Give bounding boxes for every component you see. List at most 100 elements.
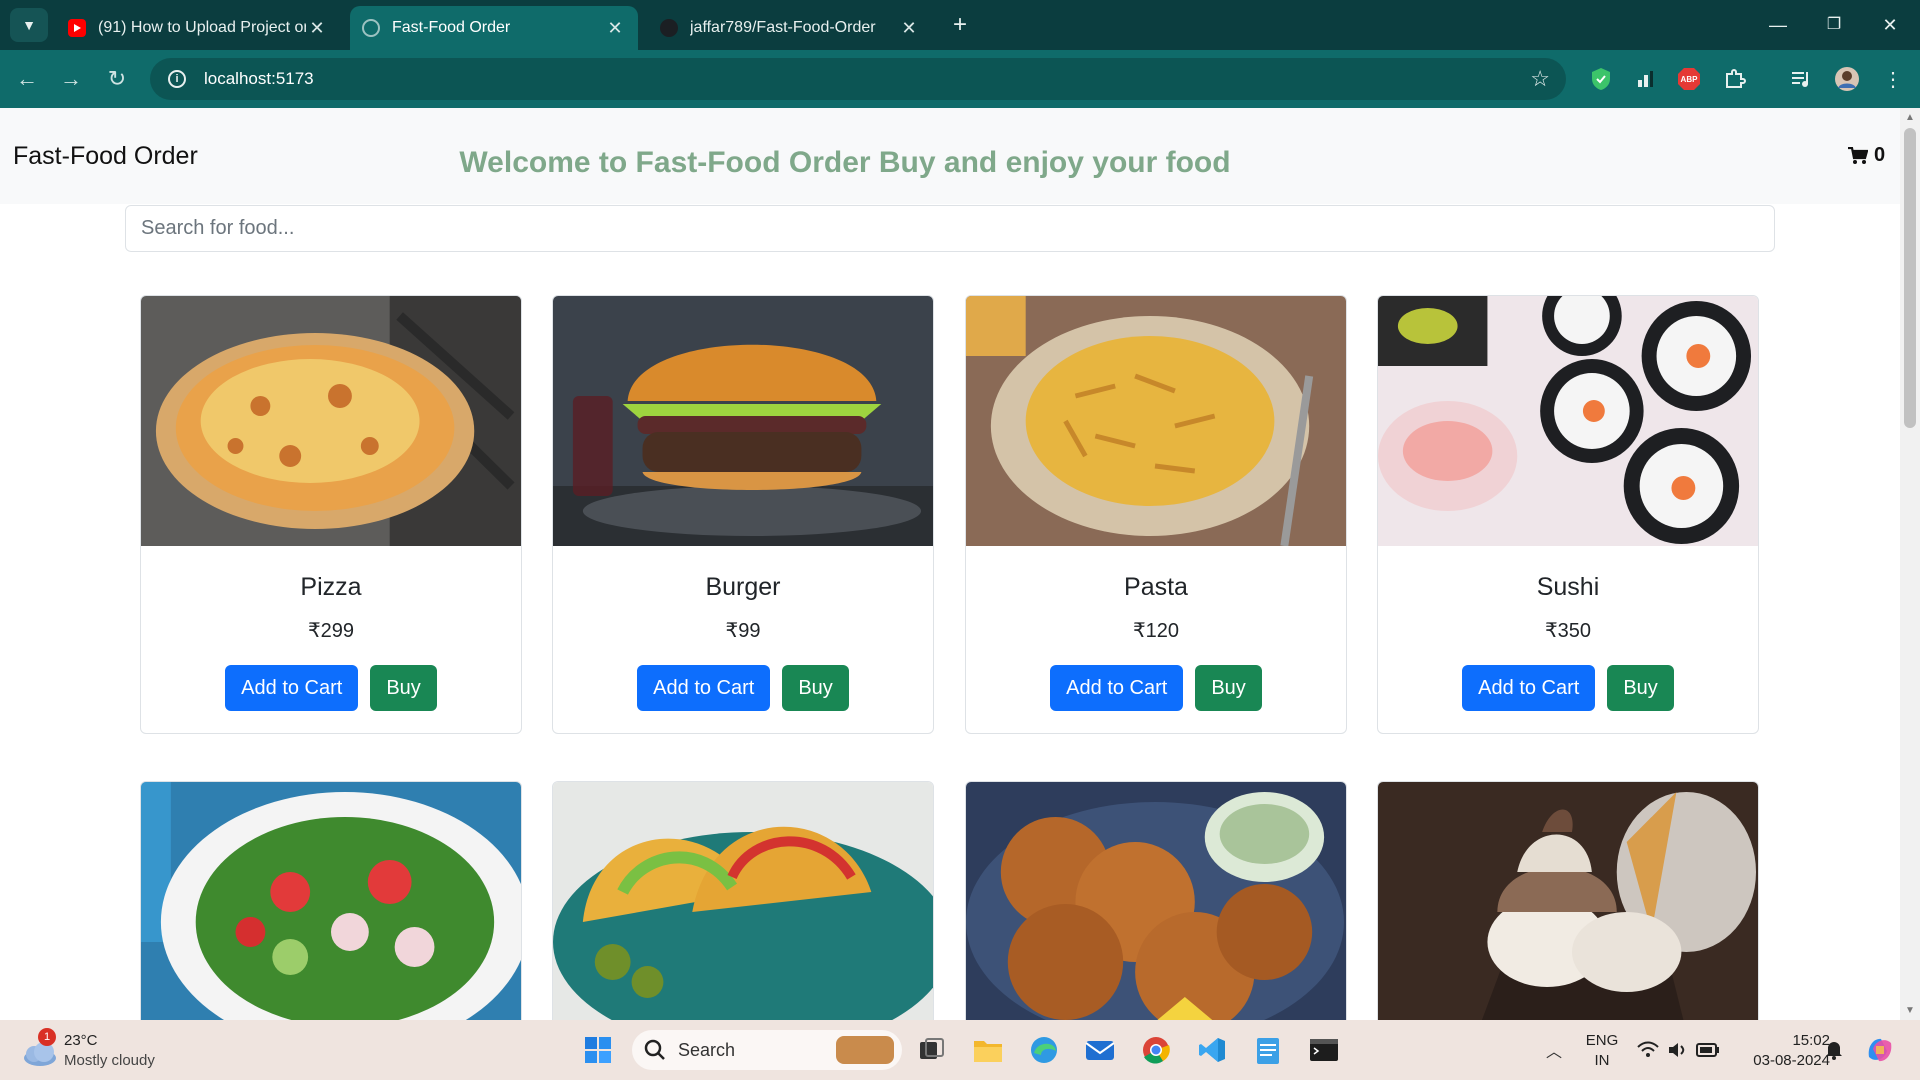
cart-count: 0: [1874, 144, 1886, 166]
add-to-cart-button[interactable]: Add to Cart: [225, 665, 359, 711]
restore-button[interactable]: ❐: [1814, 10, 1854, 40]
sushi-image: [1378, 296, 1758, 546]
puzzle-extensions-icon[interactable]: [1722, 66, 1748, 92]
food-card-ice-cream: [1377, 781, 1759, 1020]
food-price: ₹350: [1544, 620, 1592, 642]
notepad-icon[interactable]: [1248, 1030, 1288, 1070]
adblock-plus-icon[interactable]: ABP: [1676, 66, 1702, 92]
salad-image: [141, 782, 521, 1020]
add-to-cart-button[interactable]: Add to Cart: [1462, 665, 1596, 711]
language-line-1[interactable]: ENG: [1584, 1032, 1620, 1049]
edge-browser-icon[interactable]: [1024, 1030, 1064, 1070]
add-to-cart-button[interactable]: Add to Cart: [1050, 665, 1184, 711]
minimize-button[interactable]: —: [1758, 10, 1798, 40]
back-arrow-icon[interactable]: ←: [12, 64, 42, 94]
search-icon: [644, 1039, 665, 1060]
browser-toolbar: ← → ↻ i localhost:5173 ☆ ABP ⋮: [0, 50, 1920, 108]
food-card-tacos: [552, 781, 934, 1020]
food-name: Sushi: [1536, 573, 1600, 601]
tab-title: Fast-Food Order: [392, 19, 511, 36]
food-card-salad: [140, 781, 522, 1020]
taskbar-search-box[interactable]: Search: [632, 1030, 902, 1070]
food-name: Pasta: [1124, 573, 1188, 601]
buy-button[interactable]: Buy: [782, 665, 849, 711]
food-price: ₹120: [1132, 620, 1180, 642]
github-icon: [660, 19, 678, 37]
bookmark-star-icon[interactable]: ☆: [1530, 66, 1550, 92]
tab-title: jaffar789/Fast-Food-Order: [690, 19, 876, 36]
shopping-cart-icon: [1848, 146, 1868, 164]
address-bar[interactable]: i localhost:5173 ☆: [150, 58, 1566, 100]
buy-button[interactable]: Buy: [370, 665, 437, 711]
tacos-image: [553, 782, 933, 1020]
buy-button[interactable]: Buy: [1195, 665, 1262, 711]
terminal-icon[interactable]: [1304, 1030, 1344, 1070]
close-icon[interactable]: ✕: [604, 18, 626, 39]
scroll-up-arrow-icon[interactable]: ▲: [1905, 112, 1915, 123]
cart-button[interactable]: 0: [1848, 144, 1885, 167]
profile-avatar[interactable]: [1834, 66, 1860, 92]
mail-icon[interactable]: [1080, 1030, 1120, 1070]
food-price: ₹299: [307, 620, 355, 642]
food-name: Pizza: [300, 573, 362, 601]
search-highlight-image: [836, 1036, 894, 1064]
windows-taskbar: 1 23°C Mostly cloudy Search ︿ ENG IN 15:…: [0, 1020, 1920, 1080]
youtube-icon: [68, 19, 86, 37]
food-card-sushi: Sushi ₹350 Add to Cart Buy: [1377, 295, 1759, 734]
pizza-image: [141, 296, 521, 546]
navbar: Fast-Food Order Welcome to Fast-Food Ord…: [0, 108, 1900, 204]
shield-extension-icon[interactable]: [1588, 66, 1614, 92]
food-name: Burger: [705, 573, 781, 601]
more-menu-icon[interactable]: ⋮: [1880, 66, 1906, 92]
tab-title: (91) How to Upload Project on GitHub: [98, 19, 306, 36]
language-line-2[interactable]: IN: [1584, 1052, 1620, 1069]
file-explorer-icon[interactable]: [968, 1030, 1008, 1070]
food-price: ₹99: [725, 620, 761, 642]
close-icon[interactable]: ✕: [898, 18, 920, 39]
food-card-pasta: Pasta ₹120 Add to Cart Buy: [965, 295, 1347, 734]
weather-desc: Mostly cloudy: [64, 1052, 155, 1069]
ice-cream-image: [1378, 782, 1758, 1020]
food-card-burger: Burger ₹99 Add to Cart Buy: [552, 295, 934, 734]
new-tab-button[interactable]: +: [940, 10, 980, 40]
signal-extension-icon[interactable]: [1632, 66, 1658, 92]
burger-image: [553, 296, 933, 546]
browser-tab-strip: ▼ (91) How to Upload Project on GitHub ✕…: [0, 0, 1920, 50]
food-card-fried-chicken: [965, 781, 1347, 1020]
copilot-icon[interactable]: [1860, 1030, 1900, 1070]
buy-button[interactable]: Buy: [1607, 665, 1674, 711]
web-page: Fast-Food Order Welcome to Fast-Food Ord…: [0, 108, 1900, 1020]
chrome-browser-icon[interactable]: [1136, 1030, 1176, 1070]
windows-start-icon[interactable]: [578, 1030, 618, 1070]
scroll-down-arrow-icon[interactable]: ▼: [1905, 1005, 1915, 1016]
forward-arrow-icon[interactable]: →: [56, 64, 86, 94]
close-icon[interactable]: ✕: [306, 18, 328, 39]
tab-github[interactable]: jaffar789/Fast-Food-Order ✕: [648, 6, 932, 50]
food-card-pizza: Pizza ₹299 Add to Cart Buy: [140, 295, 522, 734]
vscode-icon[interactable]: [1192, 1030, 1232, 1070]
scroll-thumb[interactable]: [1904, 128, 1916, 428]
close-window-button[interactable]: ✕: [1870, 10, 1910, 40]
page-scrollbar[interactable]: ▲ ▼: [1900, 108, 1920, 1020]
add-to-cart-button[interactable]: Add to Cart: [637, 665, 771, 711]
weather-badge: 1: [38, 1028, 56, 1046]
notification-bell-icon[interactable]: [1814, 1030, 1854, 1070]
svg-text:ABP: ABP: [1681, 75, 1699, 84]
tab-fast-food-order[interactable]: Fast-Food Order ✕: [350, 6, 638, 50]
pasta-image: [966, 296, 1346, 547]
chevron-up-icon[interactable]: ︿: [1534, 1030, 1574, 1070]
reload-icon[interactable]: ↻: [102, 64, 132, 94]
chevron-down-icon: ▼: [22, 17, 36, 33]
tab-search-button[interactable]: ▼: [10, 8, 48, 42]
battery-icon[interactable]: [1688, 1030, 1728, 1070]
url-text: localhost:5173: [204, 69, 314, 88]
fried-chicken-image: [966, 782, 1346, 1020]
weather-temp: 23°C: [64, 1032, 98, 1049]
search-food-input[interactable]: [125, 205, 1775, 252]
info-icon[interactable]: i: [168, 70, 186, 88]
task-view-icon[interactable]: [912, 1030, 952, 1070]
taskbar-search-label: Search: [678, 1039, 736, 1060]
media-control-icon[interactable]: [1788, 66, 1814, 92]
tab-youtube[interactable]: (91) How to Upload Project on GitHub ✕: [56, 6, 340, 50]
globe-icon: [362, 19, 380, 37]
